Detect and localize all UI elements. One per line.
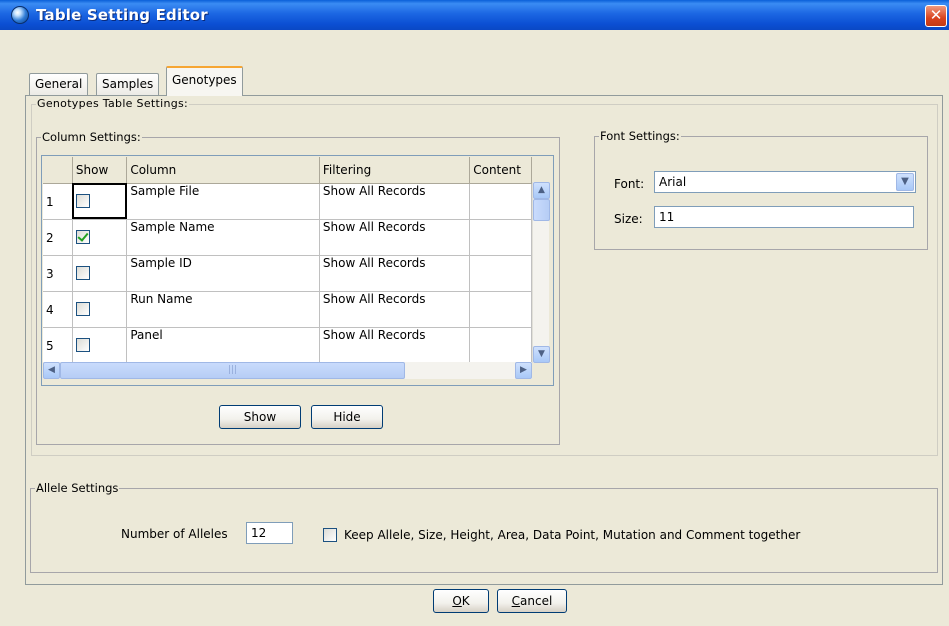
show-cell[interactable] bbox=[72, 183, 128, 220]
scroll-right-arrow-icon[interactable]: ▶ bbox=[515, 362, 532, 379]
show-checkbox[interactable] bbox=[75, 302, 90, 317]
title-bar[interactable]: Table Setting Editor ✕ bbox=[0, 0, 949, 30]
size-label: Size: bbox=[614, 212, 643, 226]
column-settings-label: Column Settings: bbox=[41, 130, 142, 144]
column-settings-table: Show Column Filtering Content 1 Sample F… bbox=[41, 155, 554, 386]
table-viewport: Show Column Filtering Content 1 Sample F… bbox=[43, 157, 532, 362]
app-globe-icon bbox=[11, 6, 29, 24]
allele-settings-label: Allele Settings bbox=[35, 481, 120, 495]
content-cell[interactable] bbox=[469, 219, 532, 256]
column-name-cell[interactable]: Sample File bbox=[126, 183, 320, 220]
close-button[interactable]: ✕ bbox=[925, 5, 947, 27]
row-number: 3 bbox=[43, 255, 73, 292]
hide-button[interactable]: Hide bbox=[311, 405, 383, 429]
show-checkbox[interactable] bbox=[75, 194, 90, 209]
show-checkbox[interactable] bbox=[75, 266, 90, 281]
font-value: Arial bbox=[659, 175, 687, 189]
table-row[interactable]: 5 Panel Show All Records bbox=[43, 327, 532, 362]
column-name-cell[interactable]: Panel bbox=[126, 327, 320, 362]
row-number: 4 bbox=[43, 291, 73, 328]
table-row[interactable]: 4 Run Name Show All Records bbox=[43, 291, 532, 328]
font-dropdown[interactable]: Arial ▼ bbox=[654, 171, 916, 193]
header-column[interactable]: Column bbox=[126, 157, 320, 184]
chevron-down-icon[interactable]: ▼ bbox=[896, 173, 914, 191]
show-cell[interactable] bbox=[72, 291, 128, 328]
font-settings-label: Font Settings: bbox=[599, 129, 681, 143]
table-row[interactable]: 1 Sample File Show All Records bbox=[43, 183, 532, 220]
horizontal-scroll-thumb[interactable]: ||| bbox=[60, 362, 405, 379]
scroll-up-arrow-icon[interactable]: ▲ bbox=[533, 182, 550, 199]
tab-genotypes[interactable]: Genotypes bbox=[166, 66, 243, 96]
font-settings-group: Font Settings: bbox=[594, 129, 928, 250]
content-cell[interactable] bbox=[469, 327, 532, 362]
vertical-scrollbar[interactable]: ▲ ▼ bbox=[532, 182, 550, 363]
header-row-number bbox=[43, 157, 73, 184]
show-cell[interactable] bbox=[72, 327, 128, 362]
content-cell[interactable] bbox=[469, 183, 532, 220]
number-of-alleles-label: Number of Alleles bbox=[121, 527, 228, 541]
table-row[interactable]: 3 Sample ID Show All Records bbox=[43, 255, 532, 292]
filtering-cell[interactable]: Show All Records bbox=[319, 291, 471, 328]
ok-mnemonic: O bbox=[452, 594, 462, 608]
tab-general[interactable]: General bbox=[29, 73, 89, 95]
horizontal-scrollbar[interactable]: ◀ ||| ▶ bbox=[43, 362, 532, 379]
font-size-input[interactable] bbox=[654, 206, 914, 228]
table-row[interactable]: 2 Sample Name Show All Records bbox=[43, 219, 532, 256]
show-cell[interactable] bbox=[72, 219, 128, 256]
scroll-down-arrow-icon[interactable]: ▼ bbox=[533, 346, 550, 363]
content-cell[interactable] bbox=[469, 291, 532, 328]
row-number: 1 bbox=[43, 183, 73, 220]
table-header-row: Show Column Filtering Content bbox=[43, 157, 532, 184]
vertical-scroll-thumb[interactable] bbox=[533, 199, 550, 221]
content-cell[interactable] bbox=[469, 255, 532, 292]
keep-together-checkbox[interactable] bbox=[323, 528, 337, 542]
window-title: Table Setting Editor bbox=[36, 6, 208, 24]
number-of-alleles-input[interactable] bbox=[246, 522, 293, 544]
show-cell[interactable] bbox=[72, 255, 128, 292]
genotypes-table-settings-label: Genotypes Table Settings: bbox=[36, 97, 190, 110]
columns-table: Show Column Filtering Content 1 Sample F… bbox=[43, 157, 532, 362]
cancel-mnemonic: C bbox=[511, 594, 521, 608]
ok-button[interactable]: OK bbox=[433, 589, 489, 613]
column-name-cell[interactable]: Run Name bbox=[126, 291, 320, 328]
filtering-cell[interactable]: Show All Records bbox=[319, 219, 471, 256]
table-setting-editor-window: Table Setting Editor ✕ General Samples G… bbox=[0, 0, 949, 626]
filtering-cell[interactable]: Show All Records bbox=[319, 327, 471, 362]
column-name-cell[interactable]: Sample Name bbox=[126, 219, 320, 256]
column-name-cell[interactable]: Sample ID bbox=[126, 255, 320, 292]
font-label: Font: bbox=[614, 177, 645, 191]
filtering-cell[interactable]: Show All Records bbox=[319, 183, 471, 220]
show-checkbox[interactable] bbox=[75, 338, 90, 353]
row-number: 2 bbox=[43, 219, 73, 256]
tab-samples[interactable]: Samples bbox=[96, 73, 160, 95]
header-filtering[interactable]: Filtering bbox=[319, 157, 471, 184]
show-button[interactable]: Show bbox=[219, 405, 301, 429]
scroll-left-arrow-icon[interactable]: ◀ bbox=[43, 362, 60, 379]
keep-together-label[interactable]: Keep Allele, Size, Height, Area, Data Po… bbox=[344, 528, 800, 542]
filtering-cell[interactable]: Show All Records bbox=[319, 255, 471, 292]
header-content[interactable]: Content bbox=[469, 157, 532, 184]
row-number: 5 bbox=[43, 327, 73, 362]
cancel-button[interactable]: Cancel bbox=[497, 589, 567, 613]
header-show[interactable]: Show bbox=[72, 157, 128, 184]
show-checkbox[interactable] bbox=[75, 230, 90, 245]
